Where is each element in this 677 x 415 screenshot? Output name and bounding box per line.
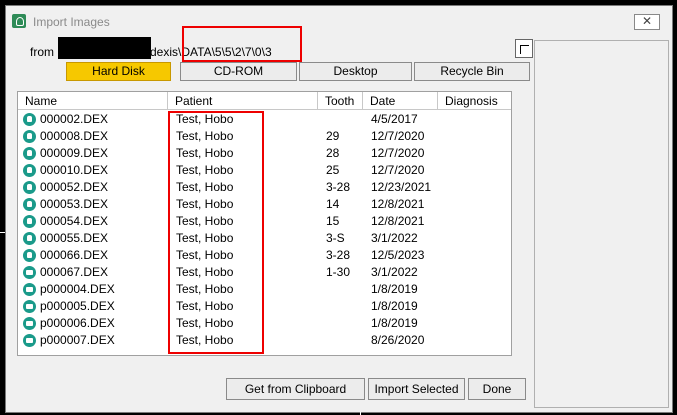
redacted-path-block (58, 37, 151, 59)
tooth-icon (23, 198, 36, 211)
cell-date: 12/7/2020 (371, 163, 425, 177)
location-desktop[interactable]: Desktop (299, 62, 412, 81)
cell-tooth: 15 (326, 214, 340, 228)
cell-date: 12/7/2020 (371, 129, 425, 143)
column-header-patient[interactable]: Patient (168, 92, 318, 110)
column-header-tooth[interactable]: Tooth (318, 92, 363, 110)
camera-icon (23, 317, 36, 330)
cell-name: p000006.DEX (40, 316, 115, 330)
cell-name: p000004.DEX (40, 282, 115, 296)
camera-icon (23, 283, 36, 296)
tooth-icon (23, 181, 36, 194)
close-button[interactable]: ✕ (634, 14, 660, 30)
cell-name: 000066.DEX (40, 248, 109, 262)
camera-icon (23, 334, 36, 347)
column-header-date[interactable]: Date (363, 92, 438, 110)
cell-tooth: 1-30 (326, 265, 351, 279)
column-header-name[interactable]: Name (18, 92, 168, 110)
xray-icon (23, 113, 36, 126)
cell-name: 000002.DEX (40, 112, 109, 126)
cell-name: 000008.DEX (40, 129, 109, 143)
import-images-dialog: Import Images ✕ from dexis\DATA\5\5\2\7\… (5, 5, 673, 413)
cell-tooth: 3-28 (326, 248, 351, 262)
cell-date: 3/1/2022 (371, 265, 418, 279)
cell-name: p000005.DEX (40, 299, 115, 313)
column-header-diagnosis[interactable]: Diagnosis (438, 92, 511, 110)
cell-tooth: 28 (326, 146, 340, 160)
title-bar: Import Images ✕ (6, 6, 672, 36)
cell-name: 000055.DEX (40, 231, 109, 245)
get-from-clipboard-button[interactable]: Get from Clipboard (226, 378, 365, 400)
done-button[interactable]: Done (468, 378, 526, 400)
cell-tooth: 14 (326, 197, 340, 211)
cell-date: 1/8/2019 (371, 282, 418, 296)
location-recycle-bin[interactable]: Recycle Bin (414, 62, 530, 81)
cell-tooth: 3-S (326, 231, 345, 245)
cell-date: 1/8/2019 (371, 299, 418, 313)
cell-name: 000052.DEX (40, 180, 109, 194)
cell-tooth: 25 (326, 163, 340, 177)
path-highlight-box (182, 26, 302, 62)
cell-date: 4/5/2017 (371, 112, 418, 126)
up-folder-button[interactable] (515, 39, 533, 58)
cell-tooth: 3-28 (326, 180, 351, 194)
cell-date: 12/8/2021 (371, 197, 425, 211)
cell-date: 3/1/2022 (371, 231, 418, 245)
tooth-icon (23, 232, 36, 245)
camera-icon (23, 300, 36, 313)
tooth-icon (23, 249, 36, 262)
tooth-icon (23, 130, 36, 143)
cell-tooth: 29 (326, 129, 340, 143)
cell-date: 12/7/2020 (371, 146, 425, 160)
cell-date: 12/5/2023 (371, 248, 425, 262)
preview-panel (534, 40, 669, 408)
import-selected-button[interactable]: Import Selected (368, 378, 465, 400)
tooth-icon (23, 164, 36, 177)
from-label: from (30, 45, 54, 59)
cell-name: 000053.DEX (40, 197, 109, 211)
cell-date: 8/26/2020 (371, 333, 425, 347)
location-cd-rom[interactable]: CD-ROM (180, 62, 297, 81)
cell-date: 12/23/2021 (371, 180, 432, 194)
tooth-icon (23, 147, 36, 160)
cell-name: 000054.DEX (40, 214, 109, 228)
cell-date: 1/8/2019 (371, 316, 418, 330)
tooth-icon (23, 215, 36, 228)
cell-name: 000067.DEX (40, 265, 109, 279)
app-logo-icon (12, 14, 26, 28)
cell-name: 000010.DEX (40, 163, 109, 177)
file-list[interactable]: Name Patient Tooth Date Diagnosis 000002… (17, 91, 512, 356)
cell-name: p000007.DEX (40, 333, 115, 347)
crosshair-mark (0, 232, 5, 233)
window-title: Import Images (33, 15, 110, 29)
cell-date: 12/8/2021 (371, 214, 425, 228)
camera-icon (23, 266, 36, 279)
cell-name: 000009.DEX (40, 146, 109, 160)
location-hard-disk[interactable]: Hard Disk (66, 62, 171, 81)
patient-highlight-box (168, 111, 264, 354)
